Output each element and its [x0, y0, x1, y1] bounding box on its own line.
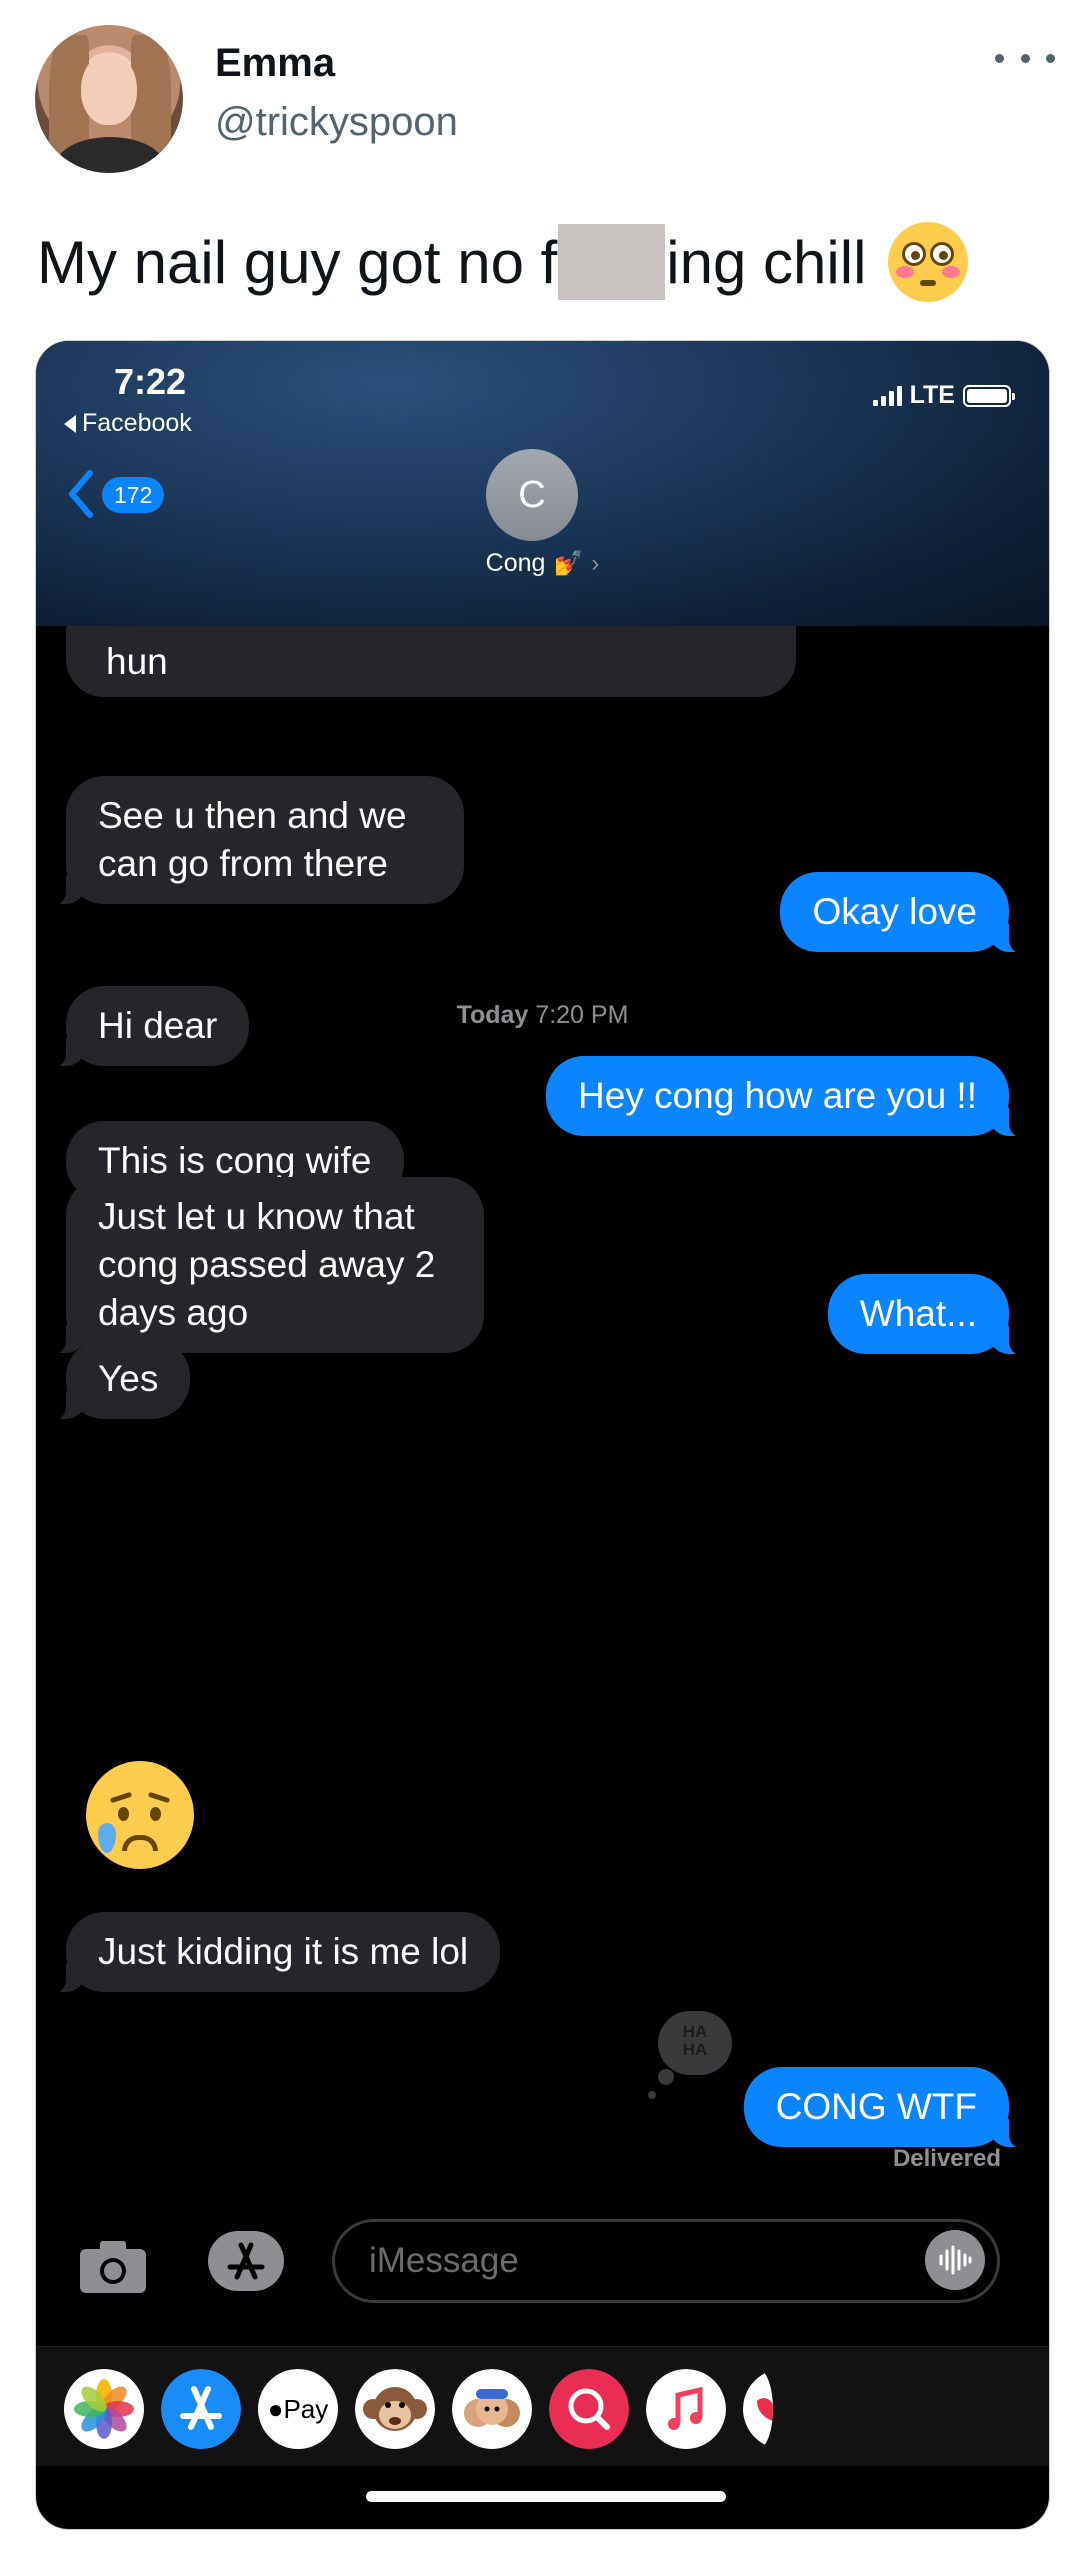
tweet-header: Emma @trickyspoon — [35, 25, 1055, 175]
message-thread: hun See u then and we can go from there … — [36, 341, 1049, 2529]
flushed-face-emoji-icon — [888, 222, 969, 302]
monkey-memoji-icon[interactable] — [355, 2369, 435, 2449]
more-options-icon[interactable] — [995, 43, 1055, 73]
search-images-icon[interactable] — [549, 2369, 629, 2449]
back-to-app-link[interactable]: Facebook — [64, 409, 192, 438]
censor-block — [558, 224, 666, 300]
delivered-status: Delivered — [892, 2145, 1001, 2172]
chevron-right-icon: › — [591, 549, 600, 577]
message-incoming: Just kidding it is me lol — [47, 1912, 501, 1994]
heart-app-icon[interactable] — [743, 2369, 773, 2449]
message-incoming: Just let u know that cong passed away 2 … — [48, 1177, 484, 1355]
message-outgoing: Hey cong how are you !! — [546, 1056, 1027, 1138]
unread-count-badge[interactable]: 172 — [102, 477, 165, 513]
user-handle[interactable]: @trickyspoon — [215, 100, 458, 145]
apple-pay-icon[interactable]: ●Pay — [258, 2369, 338, 2449]
nail-polish-icon: 💅 — [553, 550, 584, 577]
contact-name: Cong — [485, 549, 546, 577]
home-indicator[interactable] — [366, 2491, 726, 2502]
tweet-text-end: ing chill — [666, 228, 867, 296]
network-label: LTE — [909, 381, 955, 409]
audio-record-icon[interactable] — [924, 2229, 986, 2291]
message-incoming: Hi dear — [47, 986, 250, 1068]
user-avatar[interactable] — [35, 25, 183, 173]
message-outgoing: CONG WTF — [743, 2067, 1028, 2149]
crying-face-emoji-icon — [86, 1761, 194, 1869]
app-store-drawer-icon[interactable] — [206, 2229, 286, 2293]
message-incoming: Yes — [47, 1339, 191, 1421]
message-outgoing: Okay love — [780, 872, 1027, 954]
message-incoming: See u then and we can go from there — [48, 776, 464, 906]
battery-icon — [963, 384, 1015, 407]
imessage-input[interactable]: iMessage — [332, 2219, 1000, 2303]
imessage-app-drawer: ●Pay — [36, 2346, 1049, 2466]
display-name[interactable]: Emma — [215, 41, 335, 86]
signal-icon — [872, 385, 902, 406]
back-triangle-icon — [64, 414, 76, 433]
contact-avatar[interactable]: C — [486, 449, 578, 541]
photos-icon[interactable] — [64, 2369, 144, 2449]
tweet-text: My nail guy got no f ing chill — [37, 222, 969, 302]
contact-name-button[interactable]: Cong 💅 › — [36, 549, 1049, 578]
music-icon[interactable] — [646, 2369, 726, 2449]
app-store-icon[interactable] — [161, 2369, 241, 2449]
status-time: 7:22 — [114, 361, 187, 402]
memoji-icon[interactable] — [452, 2369, 532, 2449]
phone-screenshot: hun See u then and we can go from there … — [35, 340, 1050, 2530]
haha-tapback-icon[interactable]: HA HA — [648, 2011, 732, 2099]
status-indicators: LTE — [872, 381, 1015, 410]
back-chevron-icon[interactable] — [66, 469, 96, 519]
camera-icon[interactable] — [78, 2239, 148, 2295]
message-outgoing: What... — [827, 1274, 1028, 1356]
apple-logo-icon: ● — [267, 2394, 284, 2424]
tweet-text-start: My nail guy got no f — [37, 228, 558, 296]
conversation-header: 7:22 Facebook LTE 172 C Cong 💅 › — [36, 341, 1049, 626]
